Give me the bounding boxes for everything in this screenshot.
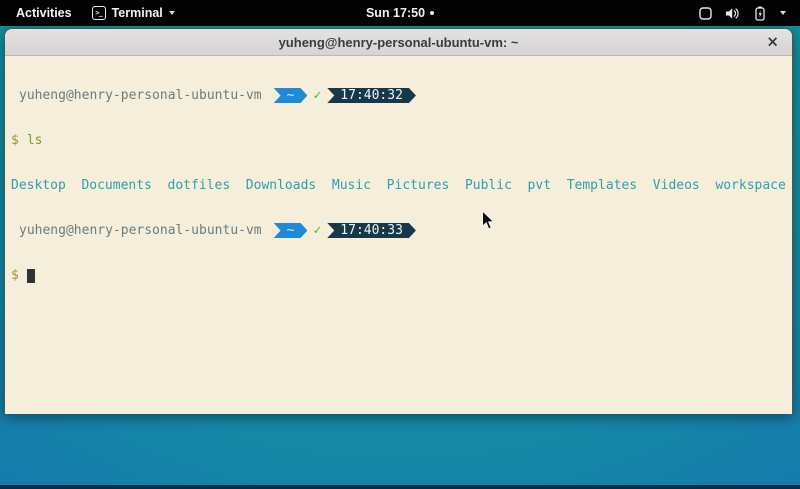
bottom-edge-strip [0,485,800,489]
prompt-time-segment: 17:40:33 [327,223,416,238]
prompt-line: yuheng@henry-personal-ubuntu-vm ~ ✓ 17:40:3… [11,88,792,103]
input-line: $ [11,268,792,283]
check-icon: ✓ [313,223,321,238]
chevron-down-icon [169,11,175,15]
prompt-path-segment: ~ [274,88,308,103]
chevron-down-icon [780,11,786,15]
window-title: yuheng@henry-personal-ubuntu-vm: ~ [279,35,519,50]
prompt-user: yuheng@henry-personal-ubuntu-vm [19,223,262,238]
close-button[interactable]: × [766,35,779,50]
typed-command: ls [27,133,43,148]
prompt-symbol: $ [11,268,19,283]
check-icon: ✓ [313,88,321,103]
clock-label: Sun 17:50 [366,6,425,20]
battery-charging-icon [753,6,767,21]
screen-icon [699,7,712,20]
prompt-line: yuheng@henry-personal-ubuntu-vm ~ ✓ 17:40:3… [11,223,792,238]
terminal-app-icon: >_ [92,6,106,20]
top-bar: Activities >_ Terminal Sun 17:50 [0,0,800,26]
terminal-window: yuheng@henry-personal-ubuntu-vm: ~ × yuh… [4,28,793,414]
terminal-content[interactable]: yuheng@henry-personal-ubuntu-vm ~ ✓ 17:40:3… [5,56,792,414]
app-menu-label: Terminal [112,6,163,20]
terminal-cursor [27,269,35,283]
prompt-symbol: $ [11,133,19,148]
ls-output-line: Desktop Documents dotfiles Downloads Mus… [11,178,792,193]
command-line: $ ls [11,133,792,148]
prompt-path-segment: ~ [274,223,308,238]
system-status-area[interactable] [699,6,800,21]
notification-dot-icon [430,11,434,15]
desktop-background: yuheng@henry-personal-ubuntu-vm: ~ × yuh… [0,26,800,489]
activities-button[interactable]: Activities [10,4,78,22]
prompt-user: yuheng@henry-personal-ubuntu-vm [19,88,262,103]
app-menu[interactable]: >_ Terminal [92,6,175,20]
volume-icon [725,7,740,20]
prompt-time-segment: 17:40:32 [327,88,416,103]
window-titlebar[interactable]: yuheng@henry-personal-ubuntu-vm: ~ × [5,29,792,56]
clock-button[interactable]: Sun 17:50 [366,6,434,20]
